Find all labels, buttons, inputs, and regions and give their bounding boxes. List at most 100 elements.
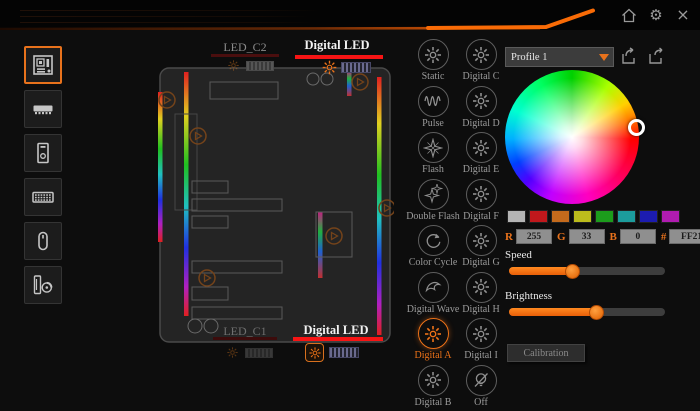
- color-swatch[interactable]: [529, 210, 548, 223]
- sun-icon: [471, 231, 491, 251]
- effect-digital-b[interactable]: Digital B: [406, 362, 460, 409]
- effect-label: Digital B: [415, 397, 452, 408]
- sun-icon: [471, 91, 491, 111]
- effect-digital-g[interactable]: Digital G: [460, 222, 502, 269]
- effect-flash[interactable]: Flash: [406, 129, 460, 176]
- pulse-icon: [423, 91, 443, 111]
- effect-digital-e[interactable]: Digital E: [460, 129, 502, 176]
- color-wheel[interactable]: [505, 70, 639, 204]
- speed-slider-thumb[interactable]: [565, 264, 580, 279]
- sun-icon: [471, 184, 491, 204]
- effect-color-cycle[interactable]: Color Cycle: [406, 222, 460, 269]
- rgb-values-row: R 255 G 33 B 0 # FF2100: [505, 229, 700, 244]
- brightness-slider-thumb[interactable]: [589, 305, 604, 320]
- effect-digital-f[interactable]: Digital F: [460, 176, 502, 223]
- gear-icon[interactable]: ⚙: [647, 6, 665, 24]
- rgb-value[interactable]: FF2100: [669, 229, 700, 244]
- sun-icon: [471, 45, 491, 65]
- effect-off[interactable]: Off: [460, 362, 502, 409]
- effect-label: Off: [474, 397, 488, 408]
- effect-pulse[interactable]: Pulse: [406, 83, 460, 130]
- effect-digital-h[interactable]: Digital H: [460, 269, 502, 316]
- sidebar-item-peripherals[interactable]: [24, 266, 62, 304]
- rgb-field-r: R 255: [505, 229, 552, 244]
- profile-value: Profile 1: [506, 52, 599, 63]
- effect-label: Static: [422, 71, 445, 82]
- effect-digital-a[interactable]: Digital A: [406, 315, 460, 362]
- color-swatch[interactable]: [617, 210, 636, 223]
- motherboard-diagram: [158, 66, 394, 346]
- double-flash-icon: [423, 184, 443, 204]
- import-profile-icon[interactable]: [619, 46, 639, 66]
- sidebar-item-pc-case[interactable]: [24, 134, 62, 172]
- effect-digital-i[interactable]: Digital I: [460, 315, 502, 362]
- effect-label: Digital Wave: [407, 304, 460, 315]
- keyboard-icon: [31, 185, 55, 209]
- motherboard-icon: [31, 53, 55, 77]
- close-icon[interactable]: ×: [674, 6, 692, 24]
- rgb-value[interactable]: 0: [620, 229, 656, 244]
- color-swatch[interactable]: [661, 210, 680, 223]
- zone-label-digital-led-top[interactable]: Digital LED: [293, 38, 381, 53]
- digital-led-top-chip: [341, 62, 371, 73]
- led-strip[interactable]: [347, 71, 352, 96]
- orange-swoosh: [0, 0, 700, 30]
- sidebar-item-mouse[interactable]: [24, 222, 62, 260]
- color-swatch[interactable]: [507, 210, 526, 223]
- effect-label: Digital F: [463, 211, 499, 222]
- digital-led-top-sun-icon[interactable]: [321, 59, 338, 76]
- sidebar-item-keyboard[interactable]: [24, 178, 62, 216]
- rgb-value[interactable]: 255: [516, 229, 552, 244]
- effect-double-flash[interactable]: Double Flash: [406, 176, 460, 223]
- color-cycle-icon: [423, 231, 443, 251]
- sun-icon: [423, 45, 443, 65]
- led-strip[interactable]: [184, 72, 189, 316]
- speed-slider[interactable]: [509, 267, 665, 275]
- zone-underline-digital-led-bottom: [293, 337, 383, 341]
- sidebar-item-motherboard[interactable]: [24, 46, 62, 84]
- effect-label: Double Flash: [406, 211, 460, 222]
- led-c2-chip: [246, 61, 274, 71]
- color-swatch[interactable]: [639, 210, 658, 223]
- led-strip[interactable]: [158, 92, 163, 242]
- effect-label: Flash: [422, 164, 444, 175]
- effect-digital-wave[interactable]: Digital Wave: [406, 269, 460, 316]
- color-swatch[interactable]: [551, 210, 570, 223]
- profile-dropdown[interactable]: Profile 1: [505, 47, 614, 67]
- memory-icon: [31, 97, 55, 121]
- brightness-slider-fill: [509, 308, 595, 316]
- color-swatch[interactable]: [573, 210, 592, 223]
- led-c2-sun-icon[interactable]: [227, 59, 240, 72]
- digital-led-bottom-sun-icon[interactable]: [305, 343, 324, 362]
- speed-label: Speed: [505, 249, 532, 261]
- effect-label: Pulse: [422, 118, 444, 129]
- rgb-label: R: [505, 231, 513, 243]
- home-icon[interactable]: [620, 6, 638, 24]
- effect-static[interactable]: Static: [406, 36, 460, 83]
- sun-icon: [423, 370, 443, 390]
- color-wheel-cursor[interactable]: [628, 119, 645, 136]
- rgb-label: B: [610, 231, 617, 243]
- calibration-button[interactable]: Calibration: [507, 344, 585, 362]
- rgb-field-g: G 33: [557, 229, 605, 244]
- color-swatch[interactable]: [595, 210, 614, 223]
- zone-label-led-c2[interactable]: LED_C2: [210, 40, 280, 55]
- effect-digital-c[interactable]: Digital C: [460, 36, 502, 83]
- zone-underline-led-c2: [211, 54, 279, 57]
- sun-icon: [471, 277, 491, 297]
- sidebar-item-memory[interactable]: [24, 90, 62, 128]
- color-swatches: [507, 210, 680, 223]
- export-profile-icon[interactable]: [646, 46, 666, 66]
- digital-led-bottom-chip: [329, 347, 359, 358]
- effects-grid: Static Digital C Pulse Digital D Flash D…: [406, 36, 506, 408]
- rgb-label: #: [661, 231, 667, 243]
- off-icon: [471, 370, 491, 390]
- rgb-value[interactable]: 33: [569, 229, 605, 244]
- effect-digital-d[interactable]: Digital D: [460, 83, 502, 130]
- brightness-slider[interactable]: [509, 308, 665, 316]
- led-c1-sun-icon[interactable]: [226, 346, 239, 359]
- zone-underline-led-c1: [213, 337, 277, 340]
- zone-label-digital-led-bottom[interactable]: Digital LED: [291, 323, 381, 338]
- led-strip[interactable]: [318, 212, 323, 278]
- zone-underline-digital-led-top: [295, 55, 383, 59]
